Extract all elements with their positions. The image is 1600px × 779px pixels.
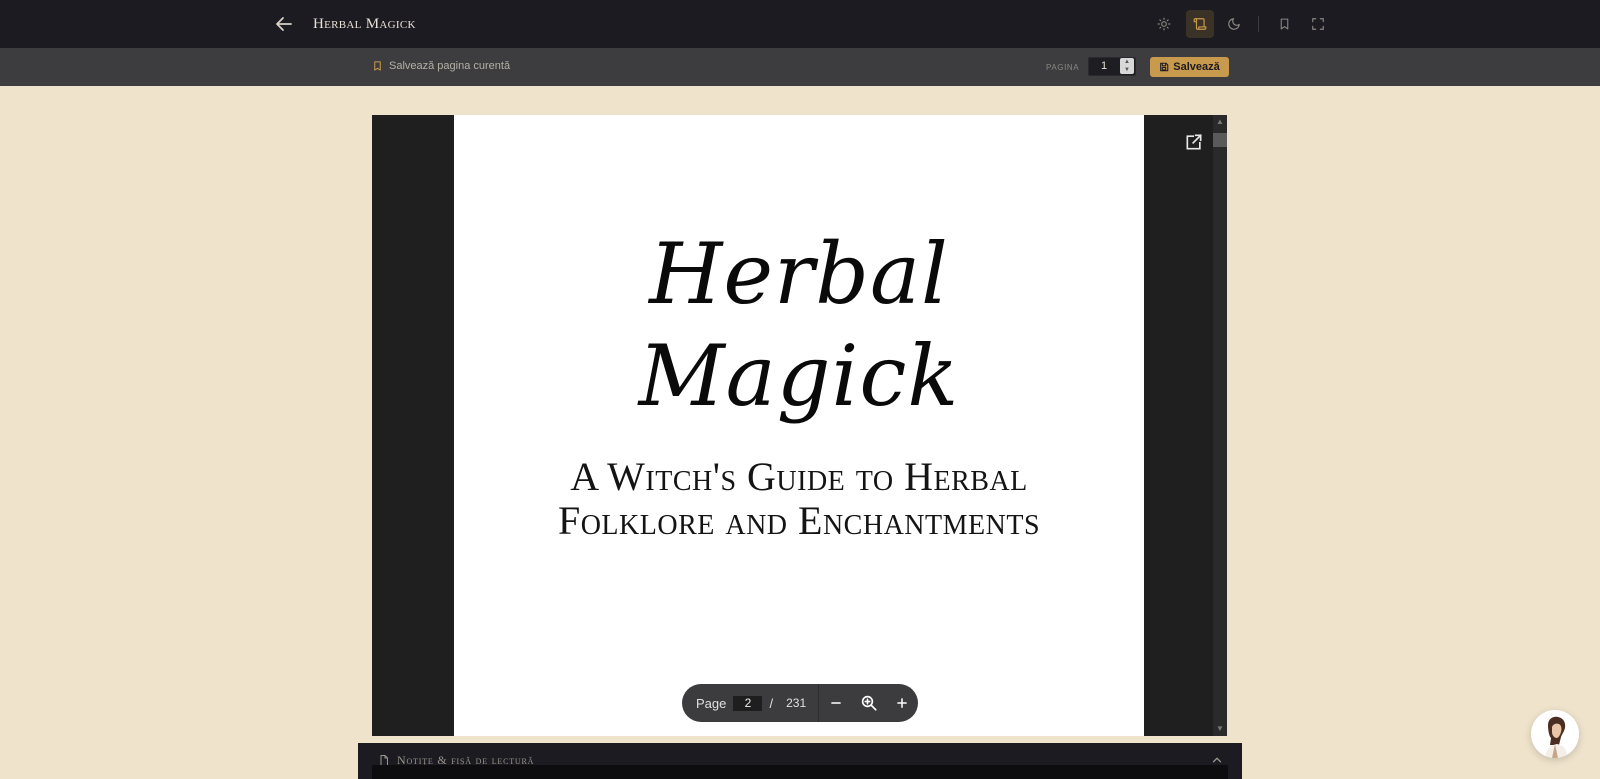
- zoom-icon: [861, 695, 877, 711]
- fullscreen-button[interactable]: [1304, 10, 1332, 38]
- page-number-stepper[interactable]: ▲ ▼: [1120, 58, 1134, 74]
- notes-panel-body: [372, 765, 1228, 779]
- assistant-avatar[interactable]: [1531, 710, 1579, 758]
- page-save-bar: Salvează pagina curentă PAGINA 1 ▲ ▼ Sal…: [0, 48, 1600, 86]
- pdf-viewer: Herbal Magick A Witch's Guide to Herbal …: [372, 115, 1227, 736]
- total-pages: 231: [786, 696, 807, 710]
- save-current-page-link[interactable]: Salvează pagina curentă: [372, 60, 510, 72]
- sepia-theme-button[interactable]: [1186, 10, 1214, 38]
- avatar-portrait-icon: [1531, 710, 1579, 758]
- zoom-out-button[interactable]: [819, 684, 852, 722]
- page-number-label: PAGINA: [1046, 63, 1080, 72]
- save-button[interactable]: Salvează: [1150, 57, 1229, 77]
- sun-icon: [1157, 17, 1171, 31]
- external-link-icon: [1186, 134, 1202, 150]
- bookmark-icon: [1280, 18, 1288, 30]
- scroll-down-icon[interactable]: ▼: [1215, 724, 1225, 734]
- book-subtitle-line-1: A Witch's Guide to Herbal: [570, 454, 1028, 499]
- book-title-line-2: Magick: [638, 327, 960, 425]
- page-separator: /: [769, 695, 774, 711]
- pdf-page-toolbar: Page 2 / 231: [682, 684, 918, 722]
- dark-theme-button[interactable]: [1220, 10, 1248, 38]
- scrollbar-thumb[interactable]: [1213, 133, 1227, 147]
- zoom-in-button[interactable]: [885, 684, 918, 722]
- light-theme-button[interactable]: [1150, 10, 1178, 38]
- toolbar-divider: [1258, 16, 1259, 32]
- scroll-icon: [1193, 18, 1207, 30]
- save-button-label: Salvează: [1173, 61, 1220, 73]
- pdf-page: Herbal Magick A Witch's Guide to Herbal …: [454, 115, 1144, 736]
- notes-panel: Notițe & fișă de lectură: [358, 743, 1242, 779]
- book-subtitle-line-2: Folklore and Enchantments: [557, 498, 1041, 543]
- scroll-up-icon[interactable]: ▲: [1215, 117, 1225, 127]
- back-button[interactable]: [272, 12, 296, 36]
- floppy-disk-icon: [1160, 62, 1169, 72]
- current-page-input[interactable]: 2: [733, 695, 763, 711]
- page-label: Page: [696, 695, 727, 711]
- app-title: Herbal Magick: [313, 16, 416, 32]
- arrow-left-icon: [276, 17, 292, 31]
- scrollbar-track[interactable]: [1213, 115, 1227, 736]
- top-bar: Herbal Magick: [0, 0, 1600, 48]
- book-title-line-1: Herbal: [649, 225, 949, 323]
- open-in-new-window-button[interactable]: [1184, 132, 1204, 152]
- bookmark-icon: [374, 61, 381, 71]
- minus-icon: [830, 702, 841, 704]
- plus-icon: [896, 698, 907, 708]
- bookmark-button[interactable]: [1270, 10, 1298, 38]
- save-current-page-label: Salvează pagina curentă: [389, 60, 511, 72]
- zoom-fit-button[interactable]: [852, 684, 885, 722]
- moon-icon: [1228, 18, 1240, 30]
- stepper-down-icon[interactable]: ▼: [1120, 66, 1134, 74]
- stepper-up-icon[interactable]: ▲: [1120, 58, 1134, 66]
- fullscreen-icon: [1312, 18, 1324, 30]
